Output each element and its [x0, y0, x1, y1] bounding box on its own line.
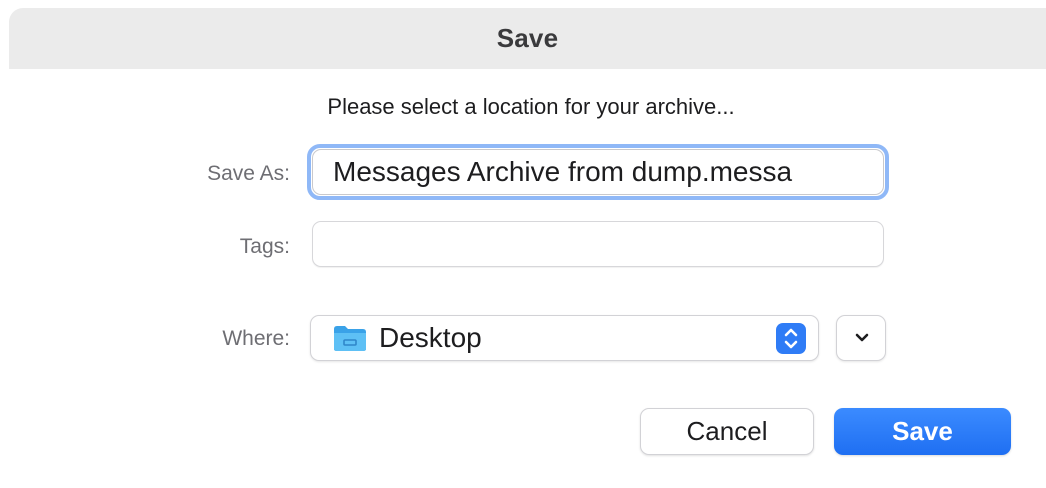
cancel-button[interactable]: Cancel: [640, 408, 814, 455]
tags-label: Tags:: [239, 235, 290, 258]
up-down-stepper-icon: [776, 323, 806, 354]
save-button[interactable]: Save: [834, 408, 1011, 455]
save-as-input[interactable]: [312, 149, 884, 195]
save-as-label: Save As:: [207, 162, 290, 185]
save-dialog: Save Please select a location for your a…: [0, 0, 1046, 488]
where-label: Where:: [222, 327, 290, 350]
folder-icon: [332, 323, 368, 353]
dialog-prompt: Please select a location for your archiv…: [327, 94, 735, 119]
title-bar: Save: [9, 8, 1046, 69]
chevron-down-icon: [855, 333, 869, 342]
tags-input[interactable]: [312, 221, 884, 267]
dialog-title: Save: [496, 23, 559, 53]
where-value: Desktop: [379, 322, 482, 353]
expand-dialog-button[interactable]: [836, 315, 886, 361]
where-popup-button[interactable]: Desktop: [310, 315, 819, 361]
